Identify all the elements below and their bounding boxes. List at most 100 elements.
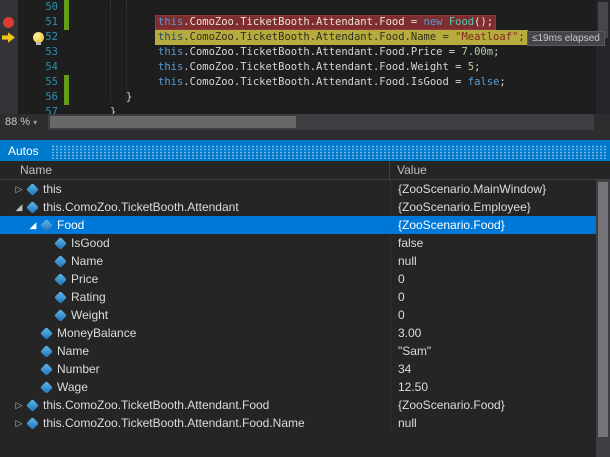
autos-row[interactable]: Wage12.50 — [0, 378, 610, 396]
code-line[interactable]: 50 — [0, 0, 610, 15]
row-value[interactable]: null — [390, 252, 610, 270]
code-line[interactable]: 54 this.ComoZoo.TicketBooth.Attendant.Foo… — [0, 60, 610, 75]
autos-row[interactable]: Namenull — [0, 252, 610, 270]
row-name-cell[interactable]: Name — [0, 342, 390, 360]
change-tracking-bar — [64, 15, 69, 30]
code-segment: this — [158, 61, 183, 73]
code-text[interactable]: this.ComoZoo.TicketBooth.Attendant.Food … — [73, 15, 610, 30]
code-text[interactable]: } — [73, 90, 610, 105]
autos-row[interactable]: ▷this.ComoZoo.TicketBooth.Attendant.Food… — [0, 414, 610, 432]
member-icon — [54, 291, 67, 304]
row-value[interactable]: null — [390, 414, 610, 432]
row-name: this.ComoZoo.TicketBooth.Attendant.Food — [43, 398, 269, 412]
code-line[interactable]: 51 this.ComoZoo.TicketBooth.Attendant.Foo… — [0, 15, 610, 30]
row-name-cell[interactable]: ▷this — [0, 180, 390, 198]
row-name: MoneyBalance — [57, 326, 136, 340]
row-name-cell[interactable]: Rating — [0, 288, 390, 306]
line-number[interactable]: 50 — [18, 0, 58, 15]
editor-vertical-scrollbar[interactable] — [596, 0, 610, 114]
chevron-down-icon: ▾ — [33, 118, 37, 127]
row-value[interactable]: 3.00 — [390, 324, 610, 342]
scrollbar-thumb[interactable] — [50, 116, 296, 128]
code-segment: "Meatloaf" — [455, 31, 518, 43]
row-value[interactable]: {ZooScenario.MainWindow} — [390, 180, 610, 198]
autos-title-bar[interactable]: Autos — [0, 140, 610, 161]
line-number[interactable]: 51 — [18, 15, 58, 30]
row-value[interactable]: 0 — [390, 306, 610, 324]
collapsed-arrow-icon[interactable]: ▷ — [12, 414, 26, 432]
column-header-name[interactable]: Name — [0, 161, 390, 179]
line-number[interactable]: 56 — [18, 90, 58, 105]
row-name: Number — [57, 362, 100, 376]
code-editor[interactable]: 5051this.ComoZoo.TicketBooth.Attendant.F… — [0, 0, 610, 114]
autos-row[interactable]: ◢Food{ZooScenario.Food} — [0, 216, 610, 234]
row-value[interactable]: 0 — [390, 288, 610, 306]
perf-tip[interactable]: ≤19ms elapsed — [527, 31, 605, 46]
lightbulb-icon[interactable] — [33, 32, 44, 43]
row-name-cell[interactable]: Name — [0, 252, 390, 270]
row-value[interactable]: "Sam" — [390, 342, 610, 360]
code-line[interactable]: 55 this.ComoZoo.TicketBooth.Attendant.Foo… — [0, 75, 610, 90]
scrollbar-thumb[interactable] — [598, 182, 608, 437]
autos-row[interactable]: Price0 — [0, 270, 610, 288]
line-number[interactable]: 53 — [18, 45, 58, 60]
column-header-value[interactable]: Value — [390, 161, 610, 179]
autos-row[interactable]: Weight0 — [0, 306, 610, 324]
row-name-cell[interactable]: Wage — [0, 378, 390, 396]
row-value[interactable]: {ZooScenario.Employee} — [390, 198, 610, 216]
row-name-cell[interactable]: ▷ this.ComoZoo.TicketBooth.Attendant.Food — [0, 396, 390, 414]
code-line[interactable]: 57} — [0, 105, 610, 114]
autos-row[interactable]: MoneyBalance 3.00 — [0, 324, 610, 342]
line-number[interactable]: 54 — [18, 60, 58, 75]
autos-row[interactable]: Number 34 — [0, 360, 610, 378]
collapsed-arrow-icon[interactable]: ▷ — [12, 396, 26, 414]
line-number[interactable]: 57 — [18, 105, 58, 114]
autos-row[interactable]: ▷this{ZooScenario.MainWindow} — [0, 180, 610, 198]
member-icon — [26, 201, 39, 214]
code-text[interactable]: this.ComoZoo.TicketBooth.Attendant.Food.… — [73, 45, 610, 60]
autos-vertical-scrollbar[interactable] — [596, 180, 610, 457]
autos-row[interactable]: IsGoodfalse — [0, 234, 610, 252]
row-name-cell[interactable]: ▷this.ComoZoo.TicketBooth.Attendant.Food… — [0, 414, 390, 432]
code-text[interactable]: } — [73, 105, 610, 114]
code-text[interactable] — [73, 0, 610, 15]
code-segment: this — [158, 16, 183, 28]
row-name-cell[interactable]: Price — [0, 270, 390, 288]
row-name: Name — [57, 344, 89, 358]
breakpoint-icon[interactable] — [3, 17, 14, 28]
code-segment: .ComoZoo.TicketBooth.Attendant.Food.IsGo… — [183, 76, 467, 88]
row-value[interactable]: {ZooScenario.Food} — [390, 216, 610, 234]
row-name-cell[interactable]: ◢Food — [0, 216, 390, 234]
zoom-dropdown[interactable]: 88 % ▾ — [0, 116, 48, 128]
row-value[interactable]: 34 — [390, 360, 610, 378]
expanded-arrow-icon[interactable]: ◢ — [12, 198, 26, 216]
code-line[interactable]: 56} — [0, 90, 610, 105]
row-name-cell[interactable]: IsGood — [0, 234, 390, 252]
change-tracking-bar — [64, 75, 69, 90]
row-name-cell[interactable]: ◢this.ComoZoo.TicketBooth.Attendant — [0, 198, 390, 216]
row-name-cell[interactable]: Weight — [0, 306, 390, 324]
code-segment: false — [468, 76, 500, 88]
change-tracking-bar — [64, 30, 69, 45]
expanded-arrow-icon[interactable]: ◢ — [26, 216, 40, 234]
line-number[interactable]: 55 — [18, 75, 58, 90]
row-name-cell[interactable]: MoneyBalance — [0, 324, 390, 342]
collapsed-arrow-icon[interactable]: ▷ — [12, 180, 26, 198]
row-name: Rating — [71, 290, 106, 304]
code-text[interactable]: this.ComoZoo.TicketBooth.Attendant.Food.… — [73, 75, 610, 90]
code-line[interactable]: 53 this.ComoZoo.TicketBooth.Attendant.Foo… — [0, 45, 610, 60]
code-text[interactable]: this.ComoZoo.TicketBooth.Attendant.Food.… — [73, 60, 610, 75]
breakpoint-statement: this.ComoZoo.TicketBooth.Attendant.Food … — [155, 15, 496, 30]
autos-row[interactable]: Name "Sam" — [0, 342, 610, 360]
code-line[interactable]: 52this.ComoZoo.TicketBooth.Attendant.Foo… — [0, 30, 610, 45]
row-name-cell[interactable]: Number — [0, 360, 390, 378]
row-value[interactable]: false — [390, 234, 610, 252]
autos-row[interactable]: ▷ this.ComoZoo.TicketBooth.Attendant.Food… — [0, 396, 610, 414]
code-segment: ; — [499, 76, 505, 88]
autos-row[interactable]: ◢this.ComoZoo.TicketBooth.Attendant{ZooS… — [0, 198, 610, 216]
row-value[interactable]: 12.50 — [390, 378, 610, 396]
editor-horizontal-scrollbar[interactable] — [48, 114, 594, 130]
row-value[interactable]: 0 — [390, 270, 610, 288]
row-value[interactable]: {ZooScenario.Food} — [390, 396, 610, 414]
autos-row[interactable]: Rating 0 — [0, 288, 610, 306]
